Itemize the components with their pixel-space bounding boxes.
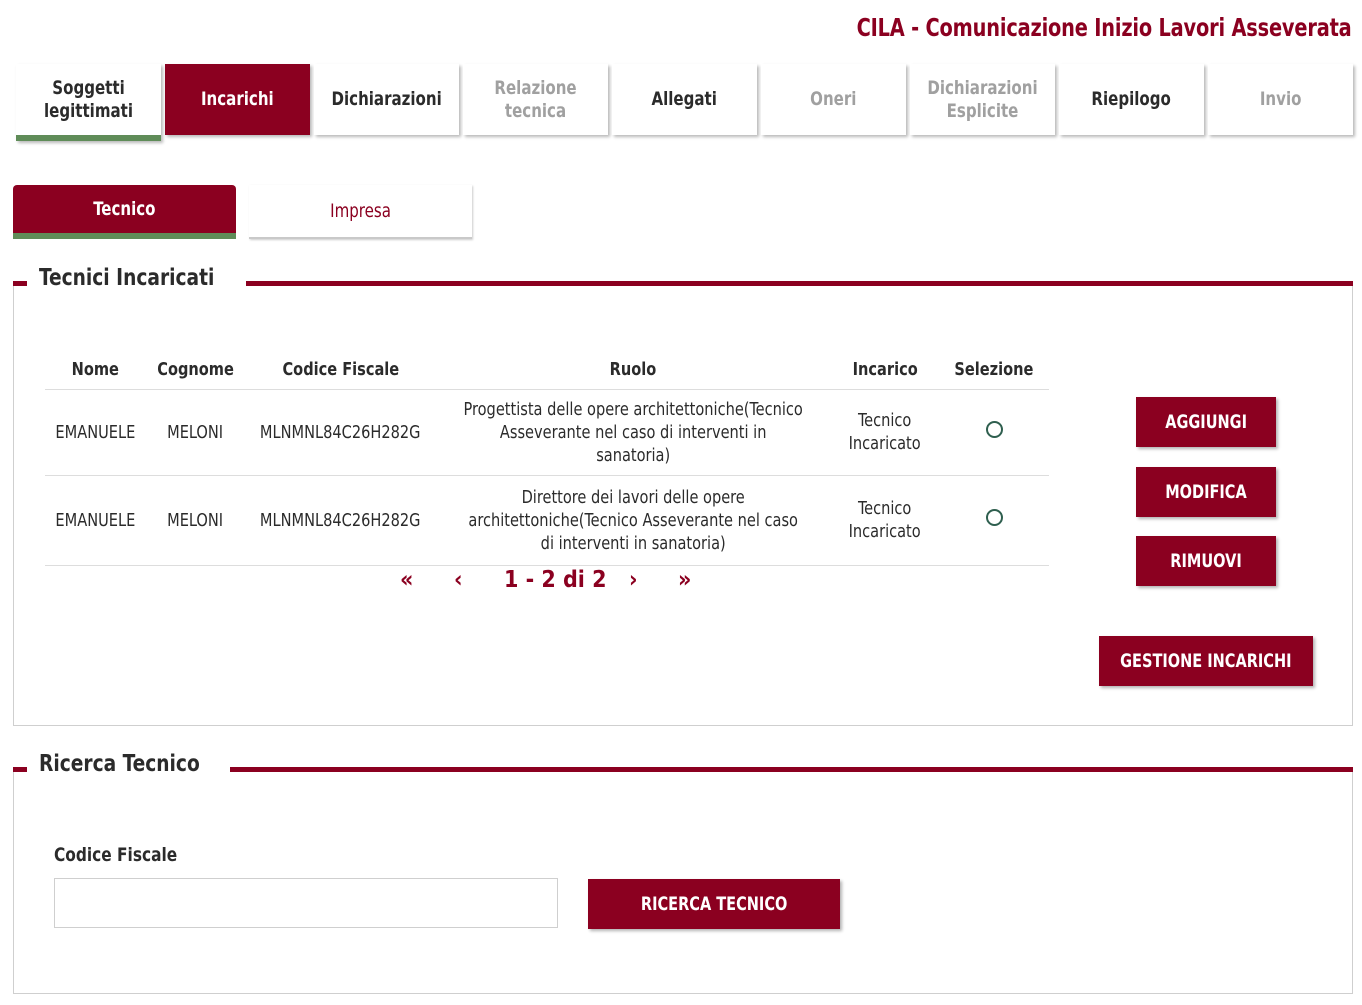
step-dichiarazioni[interactable]: Dichiarazioni xyxy=(314,64,459,135)
tab-impresa[interactable]: Impresa xyxy=(249,185,472,239)
cell-incarico: Tecnico Incaricato xyxy=(830,475,940,566)
ricerca-tecnico-section: Ricerca Tecnico Codice Fiscale RICERCA T… xyxy=(13,751,1353,994)
step-soggetti-legittimati[interactable]: Soggetti legittimati xyxy=(16,64,161,141)
step-label: Riepilogo xyxy=(1091,88,1172,110)
page-info: 1 - 2 di 2 xyxy=(504,567,607,593)
remove-button[interactable]: RIMUOVI xyxy=(1136,536,1276,586)
column-header-selezione: Selezione xyxy=(939,351,1049,390)
column-header-cognome: Cognome xyxy=(145,351,246,390)
step-label: Relazione tecnica xyxy=(494,76,577,122)
ricerca-tecnico-button[interactable]: RICERCA TECNICO xyxy=(588,879,840,929)
first-page-icon[interactable]: « xyxy=(400,567,413,593)
step-label: Dichiarazioni xyxy=(331,88,442,110)
section-title: Tecnici Incaricati xyxy=(27,265,246,291)
cell-ruolo: Direttore dei lavori delle opere archite… xyxy=(435,475,831,566)
tab-label: Tecnico xyxy=(93,198,156,220)
cell-nome: EMANUELE xyxy=(45,475,146,566)
cell-codice-fiscale: MLNMNL84C26H282G xyxy=(245,389,436,476)
tab-label: Impresa xyxy=(330,200,391,222)
table-header-row: Nome Cognome Codice Fiscale Ruolo Incari… xyxy=(45,351,1049,390)
codice-fiscale-input[interactable] xyxy=(54,878,558,928)
section-title: Ricerca Tecnico xyxy=(27,751,230,777)
step-oneri: Oneri xyxy=(761,64,906,135)
manage-incarichi-button[interactable]: GESTIONE INCARICHI xyxy=(1099,636,1313,686)
cell-cognome: MELONI xyxy=(145,475,246,566)
column-header-nome: Nome xyxy=(45,351,146,390)
step-invio: Invio xyxy=(1208,64,1353,135)
cell-cognome: MELONI xyxy=(145,389,246,476)
cell-ruolo: Progettista delle opere architettoniche(… xyxy=(435,389,831,476)
step-riepilogo[interactable]: Riepilogo xyxy=(1059,64,1204,135)
cell-selezione xyxy=(939,389,1049,476)
wizard-steps: Soggetti legittimati Incarichi Dichiaraz… xyxy=(16,64,1354,142)
step-label: Oneri xyxy=(810,88,857,110)
next-page-icon[interactable]: › xyxy=(629,567,638,593)
step-label: Invio xyxy=(1259,88,1302,110)
subtabs: Tecnico Impresa xyxy=(13,185,472,241)
cell-nome: EMANUELE xyxy=(45,389,146,476)
step-label: Soggetti legittimati xyxy=(44,76,133,122)
step-relazione-tecnica: Relazione tecnica xyxy=(463,64,608,135)
incaricati-table: Nome Cognome Codice Fiscale Ruolo Incari… xyxy=(45,351,1049,566)
row-select-radio[interactable] xyxy=(985,420,1003,438)
codice-fiscale-label: Codice Fiscale xyxy=(54,844,178,866)
step-label: Dichiarazioni Esplicite xyxy=(927,76,1038,122)
table-row: EMANUELE MELONI MLNMNL84C26H282G Progett… xyxy=(45,389,1049,476)
prev-page-icon[interactable]: ‹ xyxy=(454,567,463,593)
table-row: EMANUELE MELONI MLNMNL84C26H282G Diretto… xyxy=(45,475,1049,566)
pagination: « ‹ 1 - 2 di 2 › » xyxy=(394,567,714,601)
column-header-codice-fiscale: Codice Fiscale xyxy=(245,351,436,390)
cell-codice-fiscale: MLNMNL84C26H282G xyxy=(245,475,436,566)
step-label: Allegati xyxy=(651,88,718,110)
page-title: CILA - Comunicazione Inizio Lavori Assev… xyxy=(857,13,1352,42)
column-header-ruolo: Ruolo xyxy=(435,351,831,390)
row-select-radio[interactable] xyxy=(985,508,1003,526)
tab-tecnico[interactable]: Tecnico xyxy=(13,185,236,239)
last-page-icon[interactable]: » xyxy=(678,567,691,593)
step-allegati[interactable]: Allegati xyxy=(612,64,757,135)
step-label: Incarichi xyxy=(201,88,274,110)
cell-incarico: Tecnico Incaricato xyxy=(830,389,940,476)
cell-selezione xyxy=(939,475,1049,566)
tecnici-incaricati-section: Tecnici Incaricati Nome Cognome Codice F… xyxy=(13,265,1353,726)
edit-button[interactable]: MODIFICA xyxy=(1136,467,1276,517)
add-button[interactable]: AGGIUNGI xyxy=(1136,397,1276,447)
step-dichiarazioni-esplicite: Dichiarazioni Esplicite xyxy=(910,64,1055,135)
column-header-incarico: Incarico xyxy=(830,351,940,390)
step-incarichi[interactable]: Incarichi xyxy=(165,64,310,135)
